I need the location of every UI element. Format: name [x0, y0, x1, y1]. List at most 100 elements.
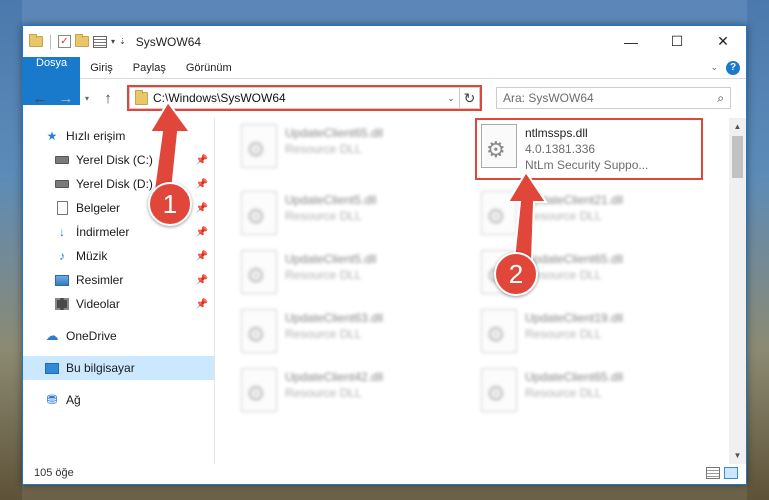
tab-share[interactable]: Paylaş	[123, 57, 176, 78]
file-name: UpdateClient65.dll	[285, 126, 384, 140]
tab-view[interactable]: Görünüm	[176, 57, 242, 78]
sidebar-item-label: Müzik	[76, 249, 108, 263]
explorer-window: ✓ ▾ ⇣ SysWOW64 — ☐ ✕ Dosya Giriş Paylaş …	[22, 25, 747, 485]
window-title: SysWOW64	[135, 34, 202, 49]
recent-locations-icon[interactable]: ▾	[81, 87, 93, 109]
scroll-thumb[interactable]	[732, 136, 743, 178]
view-properties-icon[interactable]	[93, 35, 107, 48]
file-item[interactable]: UpdateClient5.dll Resource DLL	[241, 191, 481, 239]
file-type: Resource DLL	[525, 327, 602, 341]
annotation-badge-1: 1	[148, 182, 192, 226]
details-view-icon[interactable]	[706, 467, 720, 479]
file-name: UpdateClient19.dll	[525, 311, 624, 325]
sidebar-item-this-pc[interactable]: Bu bilgisayar	[23, 356, 214, 380]
pin-icon: 📌	[195, 298, 208, 310]
file-name: ntlmssps.dll	[525, 126, 588, 140]
customize-arrow-icon[interactable]: ▾	[111, 37, 115, 46]
search-icon[interactable]: ⌕	[717, 91, 724, 106]
file-type: Resource DLL	[285, 142, 362, 156]
desktop-background-right	[747, 0, 769, 500]
sidebar-item-label: Resimler	[76, 273, 124, 287]
item-count: 105 öğe	[34, 467, 74, 479]
file-type: Resource DLL	[285, 386, 362, 400]
file-item[interactable]: UpdateClient42.dll Resource DLL	[241, 368, 481, 416]
maximize-button[interactable]: ☐	[654, 26, 700, 57]
sidebar-item-label: İndirmeler	[76, 225, 130, 239]
file-type: Resource DLL	[285, 268, 362, 282]
ribbon-tabs: Dosya Giriş Paylaş Görünüm ⌄ ?	[23, 57, 746, 105]
file-name: UpdateClient5.dll	[285, 252, 377, 266]
drive-icon	[55, 177, 69, 191]
file-name: UpdateClient5.dll	[285, 193, 377, 207]
star-icon: ★	[46, 129, 58, 143]
pin-icon: 📌	[195, 202, 208, 214]
sidebar-item-onedrive[interactable]: ☁ OneDrive	[23, 324, 214, 348]
network-icon: ⛃	[46, 392, 58, 407]
search-placeholder: Ara: SysWOW64	[503, 91, 594, 105]
sidebar-item-label: Hızlı erişim	[66, 129, 126, 143]
address-dropdown-icon[interactable]: ⌄	[443, 93, 459, 104]
music-icon: ♪	[59, 249, 65, 263]
pictures-icon	[55, 273, 69, 287]
file-name: UpdateClient63.dll	[285, 311, 384, 325]
dll-file-icon	[481, 309, 517, 353]
sidebar-item-downloads[interactable]: ↓ İndirmeler 📌	[23, 220, 214, 244]
view-buttons	[706, 467, 746, 479]
quick-access-toolbar: ✓ ▾ ⇣	[23, 34, 126, 49]
tiles-view-icon[interactable]	[724, 467, 738, 479]
refresh-button[interactable]: ↻	[460, 87, 480, 109]
expand-ribbon-icon[interactable]: ⌄	[710, 62, 718, 73]
pin-icon: 📌	[195, 226, 208, 238]
file-name: UpdateClient65.dll	[525, 370, 624, 384]
file-item[interactable]: UpdateClient19.dll Resource DLL	[481, 309, 721, 357]
search-input[interactable]: Ara: SysWOW64 ⌕	[496, 87, 731, 109]
tab-home[interactable]: Giriş	[80, 57, 123, 78]
minimize-button[interactable]: —	[608, 26, 654, 57]
pin-icon: 📌	[195, 274, 208, 286]
navigation-bar: ← → ▾ ↑ C:\Windows\SysWOW64 ⌄ ↻ Ara: Sys…	[23, 79, 746, 117]
dll-file-icon	[241, 250, 277, 294]
qat-dropdown-icon[interactable]: ⇣	[119, 37, 126, 46]
close-button[interactable]: ✕	[700, 26, 746, 57]
sidebar-item-label: Ağ	[66, 393, 81, 407]
dll-file-icon	[241, 368, 277, 412]
file-item[interactable]: UpdateClient5.dll Resource DLL	[241, 250, 481, 298]
sidebar-item-label: OneDrive	[66, 329, 117, 343]
up-button[interactable]: ↑	[97, 87, 119, 109]
forward-button[interactable]: →	[55, 87, 77, 109]
file-type: Resource DLL	[525, 386, 602, 400]
sidebar-item-pictures[interactable]: Resimler 📌	[23, 268, 214, 292]
dll-file-icon	[241, 309, 277, 353]
sidebar-item-music[interactable]: ♪ Müzik 📌	[23, 244, 214, 268]
dll-file-icon	[241, 124, 277, 168]
download-icon: ↓	[59, 225, 65, 239]
file-item[interactable]: UpdateClient65.dll Resource DLL	[481, 368, 721, 416]
separator	[50, 34, 51, 49]
back-button[interactable]: ←	[29, 87, 51, 109]
file-type: Resource DLL	[285, 327, 362, 341]
file-type: Resource DLL	[525, 268, 602, 282]
scroll-up-icon[interactable]: ▲	[729, 118, 746, 135]
dll-file-icon	[241, 191, 277, 235]
help-icon[interactable]: ?	[726, 60, 740, 75]
annotation-badge-2: 2	[494, 252, 538, 296]
title-bar: ✓ ▾ ⇣ SysWOW64 — ☐ ✕	[23, 26, 746, 57]
properties-check-icon[interactable]: ✓	[58, 35, 71, 48]
sidebar-item-videos[interactable]: Videolar 📌	[23, 292, 214, 316]
sidebar-item-network[interactable]: ⛃ Ağ	[23, 388, 214, 412]
new-folder-icon[interactable]	[75, 34, 89, 47]
window-controls: — ☐ ✕	[608, 26, 746, 57]
dll-file-icon	[481, 368, 517, 412]
file-list: UpdateClient65.dll Resource DLL ntlmssps.…	[215, 118, 746, 464]
file-type: Resource DLL	[285, 209, 362, 223]
file-item[interactable]: UpdateClient63.dll Resource DLL	[241, 309, 481, 357]
drive-icon	[55, 153, 69, 167]
pin-icon: 📌	[195, 250, 208, 262]
sidebar-item-label: Belgeler	[76, 201, 121, 215]
ribbon-right: ⌄ ?	[710, 57, 746, 78]
cloud-icon: ☁	[45, 328, 59, 343]
desktop-background-left	[0, 0, 22, 500]
vertical-scrollbar[interactable]: ▲ ▼	[729, 118, 746, 464]
dll-file-icon	[481, 124, 517, 168]
file-item[interactable]: UpdateClient65.dll Resource DLL	[241, 124, 481, 172]
